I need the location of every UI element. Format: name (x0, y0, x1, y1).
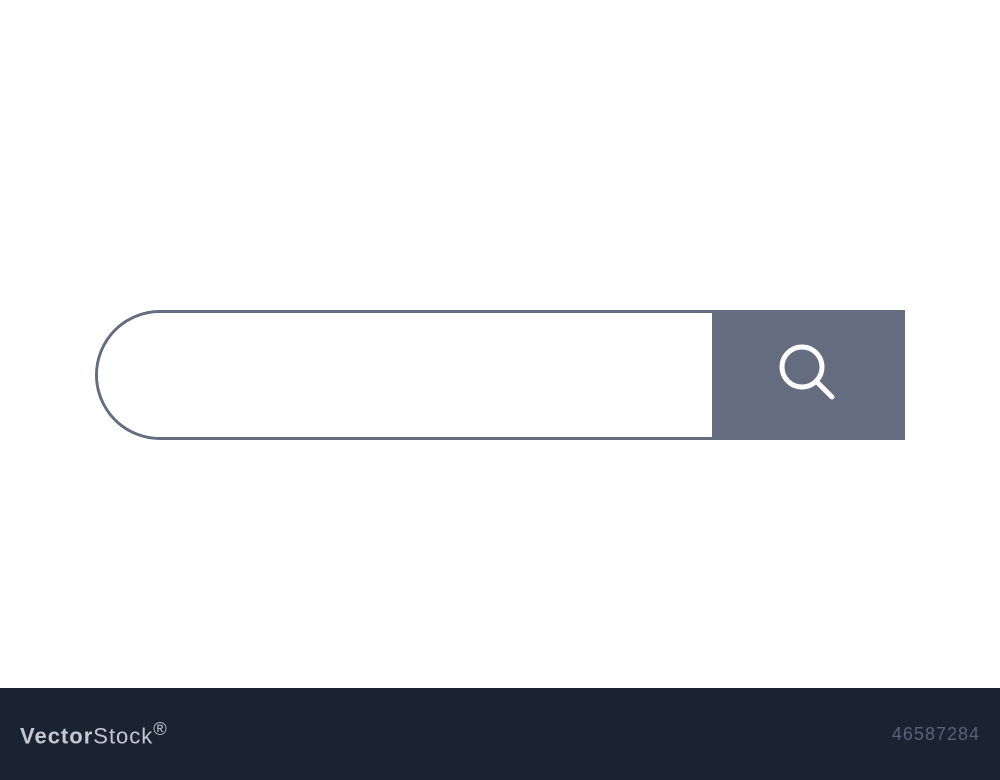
watermark-brand-prefix: Vector (20, 724, 93, 749)
watermark-id: 46587284 (892, 724, 980, 745)
watermark-brand: VectorStock® (20, 718, 168, 749)
search-input[interactable] (98, 313, 712, 437)
search-button[interactable] (712, 313, 902, 437)
search-bar (95, 310, 905, 440)
watermark-brand-suffix: Stock (93, 724, 153, 749)
search-icon (772, 339, 842, 412)
watermark-reg-mark: ® (153, 718, 168, 739)
watermark-band: VectorStock® 46587284 (0, 688, 1000, 780)
